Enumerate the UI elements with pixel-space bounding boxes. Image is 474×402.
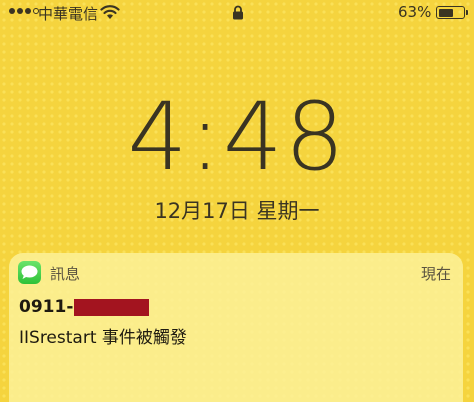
battery-tip: [466, 10, 468, 15]
lock-screen-date: 12月17日 星期一: [154, 199, 320, 223]
battery-icon: [436, 6, 465, 19]
battery-fill: [438, 8, 453, 17]
redaction-block: [74, 298, 150, 316]
carrier-name: 中華電信: [38, 5, 99, 23]
lock-screen-time: 4:48: [127, 83, 347, 192]
notification-sender: 0911-: [19, 297, 150, 317]
battery-percent: 63%: [398, 3, 432, 21]
signal-dot-filled: [9, 8, 15, 14]
lock-icon: [232, 5, 244, 24]
notification-app-name: 訊息: [50, 265, 81, 283]
messages-app-icon: [18, 261, 41, 284]
message-notification[interactable]: 訊息 現在 0911- IISrestart 事件被觸發: [9, 253, 463, 402]
signal-dot-filled: [17, 8, 23, 14]
notification-timestamp: 現在: [420, 265, 451, 283]
status-bar: 中華電信 63%: [0, 0, 474, 26]
sender-number: 0911-: [19, 297, 74, 317]
signal-dots-icon: [9, 8, 39, 14]
notification-message: IISrestart 事件被觸發: [19, 328, 187, 348]
wifi-icon: [100, 4, 120, 24]
signal-dot-filled: [25, 8, 31, 14]
notification-header: 訊息 現在: [9, 253, 463, 293]
